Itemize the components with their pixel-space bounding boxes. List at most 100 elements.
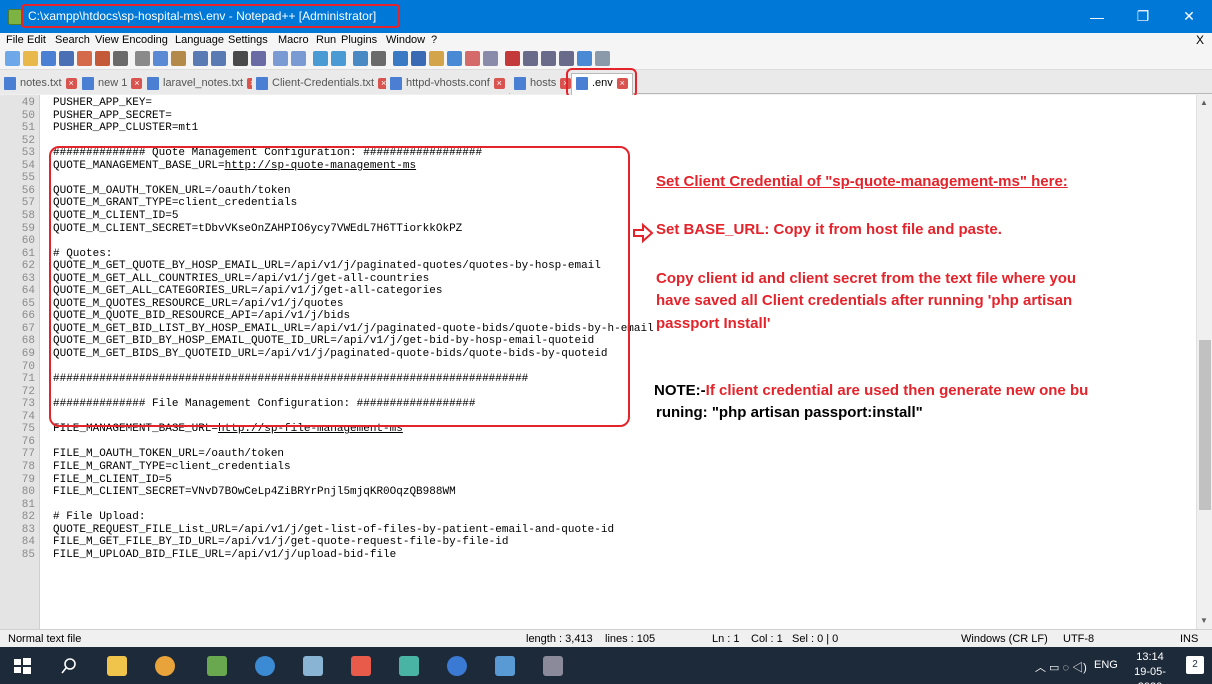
word-wrap-icon[interactable]	[353, 51, 368, 66]
playback-macro-icon[interactable]	[541, 51, 556, 66]
line-number: 73	[21, 398, 35, 411]
line-number: 52	[21, 134, 35, 147]
code-line[interactable]: FILE_M_CLIENT_ID=5	[53, 474, 172, 487]
sync-vertical-icon[interactable]	[313, 51, 328, 66]
photos-icon[interactable]	[495, 656, 515, 676]
code-line[interactable]: FILE_M_GET_FILE_BY_ID_URL=/api/v1/j/get-…	[53, 536, 508, 549]
chrome-icon[interactable]	[155, 656, 175, 676]
save-icon[interactable]	[41, 51, 56, 66]
scroll-down-icon[interactable]: ▼	[1200, 616, 1208, 625]
code-line[interactable]: FILE_M_CLIENT_SECRET=VNvD7BOwCeLp4ZiBRYr…	[53, 486, 456, 499]
sync-horizontal-icon[interactable]	[331, 51, 346, 66]
save-macro-icon[interactable]	[577, 51, 592, 66]
code-line[interactable]: # File Upload:	[53, 511, 145, 524]
close-file-icon[interactable]	[77, 51, 92, 66]
menu-encoding[interactable]: Encoding	[122, 34, 168, 46]
extra-tool-icon[interactable]	[595, 51, 610, 66]
tab-notes-txt[interactable]: notes.txt ×	[0, 74, 81, 94]
tool-icon[interactable]	[543, 656, 563, 676]
language-define-icon[interactable]	[411, 51, 426, 66]
tab-httpd-vhosts-conf[interactable]: httpd-vhosts.conf ×	[386, 74, 509, 94]
code-line[interactable]: QUOTE_REQUEST_FILE_List_URL=/api/v1/j/ge…	[53, 524, 614, 537]
code-line[interactable]: PUSHER_APP_SECRET=	[53, 110, 172, 123]
taskbar: ︿ ▭ ◌ ◁) ENG 13:14 19-05-2020 2	[0, 647, 1212, 684]
tab-close-icon[interactable]: ×	[493, 77, 505, 89]
zoom-out-icon[interactable]	[291, 51, 306, 66]
code-text-span: FILE_M_UPLOAD_BID_FILE_URL=/api/v1/j/upl…	[53, 548, 397, 561]
close-document-button[interactable]: X	[1196, 33, 1204, 47]
annotation-base-url: Set BASE_URL: Copy it from host file and…	[656, 221, 1002, 238]
tab-new-1[interactable]: new 1 ×	[78, 74, 147, 94]
show-all-characters-icon[interactable]	[371, 51, 386, 66]
code-text-span: FILE_M_GRANT_TYPE=client_credentials	[53, 460, 291, 473]
saved-file-icon	[514, 77, 526, 90]
menu-window[interactable]: Window	[386, 34, 425, 46]
tab-close-icon[interactable]: ×	[65, 77, 77, 89]
file-explorer-icon[interactable]	[107, 656, 127, 676]
language-indicator[interactable]: ENG	[1094, 659, 1118, 671]
git-icon[interactable]	[399, 656, 419, 676]
menu-file[interactable]: File	[6, 34, 24, 46]
maximize-button[interactable]: ❐	[1120, 0, 1166, 33]
clock[interactable]: 13:14 19-05-2020	[1122, 650, 1178, 684]
code-text-span: FILE_M_CLIENT_ID=5	[53, 473, 172, 486]
notification-center-icon[interactable]: 2	[1186, 656, 1204, 674]
search-icon[interactable]	[59, 656, 79, 676]
menu-edit[interactable]: Edit	[27, 34, 46, 46]
find-icon[interactable]	[233, 51, 248, 66]
menu-plugins[interactable]: Plugins	[341, 34, 377, 46]
tab-close-icon[interactable]: ×	[131, 77, 143, 89]
app-icon[interactable]	[303, 656, 323, 676]
tray-icons[interactable]: ︿ ▭ ◌ ◁)	[1035, 659, 1087, 675]
new-file-icon[interactable]	[5, 51, 20, 66]
cut-icon[interactable]	[135, 51, 150, 66]
notepad-plus-plus-taskbar-icon[interactable]	[207, 656, 227, 676]
xampp-icon[interactable]	[351, 656, 371, 676]
print-icon[interactable]	[113, 51, 128, 66]
status-col: Col : 1	[751, 633, 783, 645]
close-all-icon[interactable]	[95, 51, 110, 66]
redo-icon[interactable]	[211, 51, 226, 66]
menu-run[interactable]: Run	[316, 34, 336, 46]
menu-macro[interactable]: Macro	[278, 34, 309, 46]
monitoring-icon[interactable]	[483, 51, 498, 66]
vertical-scrollbar[interactable]: ▲ ▼	[1196, 95, 1212, 629]
menu-search[interactable]: Search	[55, 34, 90, 46]
code-line[interactable]: FILE_M_UPLOAD_BID_FILE_URL=/api/v1/j/upl…	[53, 549, 396, 562]
menu-settings[interactable]: Settings	[228, 34, 268, 46]
code-line[interactable]: FILE_M_GRANT_TYPE=client_credentials	[53, 461, 291, 474]
code-line[interactable]: PUSHER_APP_KEY=	[53, 97, 152, 110]
undo-icon[interactable]	[193, 51, 208, 66]
folder-workspace-icon[interactable]	[465, 51, 480, 66]
document-map-icon[interactable]	[429, 51, 444, 66]
zoom-in-icon[interactable]	[273, 51, 288, 66]
stop-recording-icon[interactable]	[523, 51, 538, 66]
menu-help[interactable]: ?	[431, 34, 437, 46]
close-button[interactable]: ✕	[1166, 0, 1212, 33]
copy-icon[interactable]	[153, 51, 168, 66]
save-all-icon[interactable]	[59, 51, 74, 66]
location-icon[interactable]	[447, 656, 467, 676]
line-number: 70	[21, 360, 35, 373]
line-number: 51	[21, 122, 35, 135]
code-line[interactable]: FILE_M_OAUTH_TOKEN_URL=/oauth/token	[53, 448, 284, 461]
menu-language[interactable]: Language	[175, 34, 224, 46]
paste-icon[interactable]	[171, 51, 186, 66]
record-macro-icon[interactable]	[505, 51, 520, 66]
replace-icon[interactable]	[251, 51, 266, 66]
line-number: 85	[21, 548, 35, 561]
function-list-icon[interactable]	[447, 51, 462, 66]
run-macro-multiple-icon[interactable]	[559, 51, 574, 66]
maps-icon[interactable]	[255, 656, 275, 676]
code-line[interactable]: PUSHER_APP_CLUSTER=mt1	[53, 122, 198, 135]
saved-file-icon	[82, 77, 94, 90]
scroll-thumb[interactable]	[1199, 340, 1211, 510]
tab-laravel-notes-txt[interactable]: laravel_notes.txt×	[143, 74, 263, 94]
scroll-up-icon[interactable]: ▲	[1200, 98, 1208, 107]
open-file-icon[interactable]	[23, 51, 38, 66]
menu-view[interactable]: View	[95, 34, 119, 46]
windows-start-icon[interactable]	[12, 656, 32, 676]
tab-client-credentials-txt[interactable]: Client-Credentials.txt ×	[252, 74, 394, 94]
minimize-button[interactable]: —	[1074, 0, 1120, 33]
indent-guide-icon[interactable]	[393, 51, 408, 66]
